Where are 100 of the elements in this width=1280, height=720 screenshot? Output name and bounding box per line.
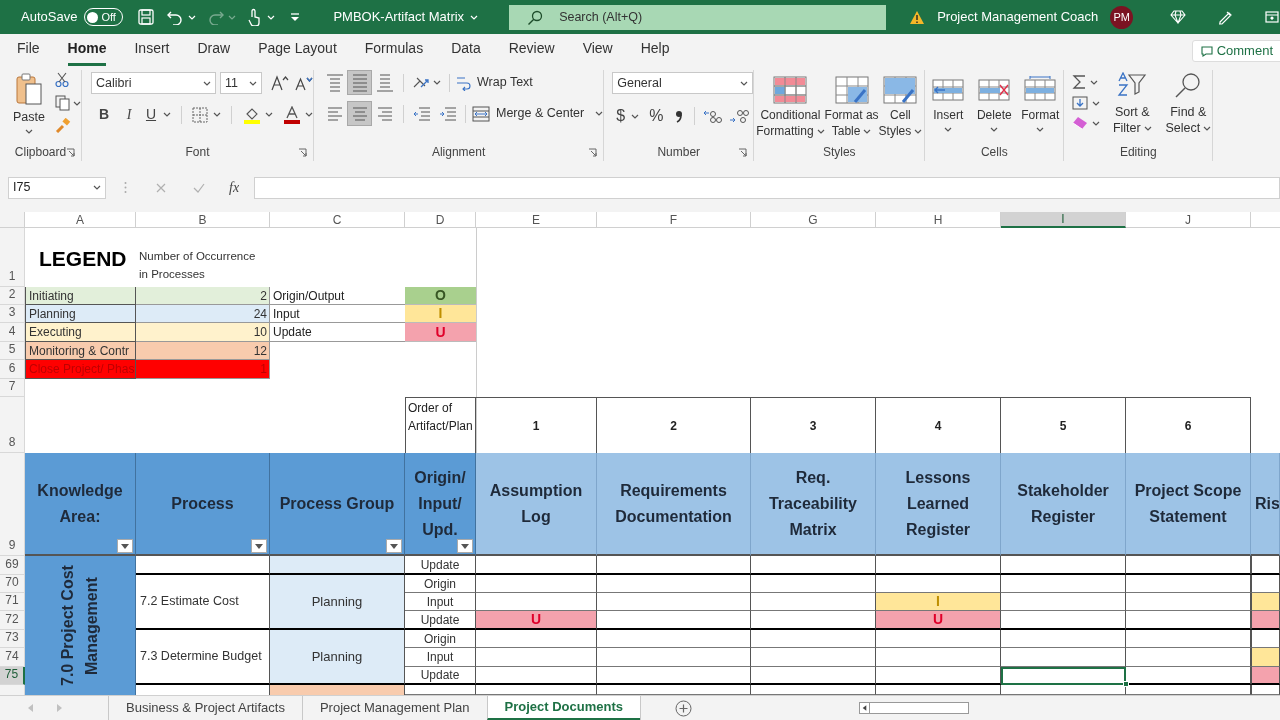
row-header[interactable]: 9	[0, 453, 25, 556]
table-style-button[interactable]: Format as Table	[824, 76, 879, 139]
row-header[interactable]: 4	[0, 323, 25, 342]
caret-icon[interactable]	[1090, 79, 1099, 85]
merge-center-button[interactable]: Merge & Center	[472, 104, 604, 123]
dialog-launcher-icon[interactable]	[66, 148, 75, 157]
caret-icon[interactable]	[265, 112, 273, 117]
sheet-tab[interactable]: Business & Project Artifacts	[108, 696, 302, 720]
caret-icon[interactable]	[914, 128, 923, 134]
row-header[interactable]: 1	[0, 228, 25, 287]
caret-icon[interactable]	[740, 80, 749, 86]
selected-cell[interactable]	[1001, 667, 1126, 685]
customize-toolbar-icon[interactable]	[290, 12, 301, 22]
filter-button[interactable]	[117, 539, 133, 553]
font-name-field[interactable]: Calibri	[91, 72, 216, 94]
ribbon-tab[interactable]: File	[17, 38, 40, 66]
filter-button[interactable]	[386, 539, 402, 553]
ribbon-tab[interactable]: Draw	[197, 38, 231, 66]
caret-icon[interactable]	[863, 128, 872, 134]
comma-style-icon[interactable]	[674, 109, 685, 123]
document-title[interactable]: PMBOK-Artifact Matrix	[333, 7, 479, 27]
ribbon-tab[interactable]: Insert	[134, 38, 170, 66]
row-header[interactable]: 75	[0, 667, 25, 685]
dialog-launcher-icon[interactable]	[298, 148, 307, 157]
font-size-field[interactable]: 11	[220, 72, 262, 94]
number-format-field[interactable]: General	[612, 72, 754, 94]
eraser-icon[interactable]	[1072, 116, 1089, 130]
touch-mode-icon[interactable]	[247, 8, 262, 26]
italic-button[interactable]: I	[121, 104, 137, 125]
column-header[interactable]: C	[270, 212, 405, 228]
row-header[interactable]: 72	[0, 611, 25, 630]
column-header[interactable]: I	[1001, 212, 1126, 228]
column-header[interactable]: E	[476, 212, 597, 228]
grow-font-icon[interactable]	[271, 75, 289, 91]
column-header[interactable]: G	[751, 212, 876, 228]
find-button[interactable]: Find & Select	[1164, 72, 1213, 136]
column-header[interactable]: F	[597, 212, 751, 228]
caret-icon[interactable]	[203, 80, 211, 86]
pen-icon[interactable]	[1217, 9, 1234, 25]
horizontal-scrollbar[interactable]	[859, 702, 970, 714]
row-header[interactable]: 70	[0, 575, 25, 593]
ribbon-tab[interactable]: View	[582, 38, 613, 66]
ribbon-display-icon[interactable]	[1265, 11, 1280, 23]
row-header[interactable]: 2	[0, 287, 25, 305]
insert-cells-button[interactable]: Insert	[925, 76, 972, 132]
row-header[interactable]: 8	[0, 397, 25, 453]
shrink-font-icon[interactable]	[295, 75, 313, 91]
filter-button[interactable]	[457, 539, 473, 553]
ribbon-tab[interactable]: Formulas	[364, 38, 424, 66]
increase-decimal-icon[interactable]	[703, 108, 724, 124]
comments-button[interactable]: Comment	[1191, 40, 1280, 62]
paste-button[interactable]: Paste	[9, 72, 49, 143]
font-color-icon[interactable]	[283, 105, 301, 124]
scroll-left-icon[interactable]	[860, 703, 871, 713]
caret-icon[interactable]	[433, 80, 441, 85]
caret-icon[interactable]	[1143, 125, 1152, 131]
caret-icon[interactable]	[944, 127, 953, 132]
decrease-decimal-icon[interactable]	[729, 108, 750, 124]
row-header[interactable]: 3	[0, 305, 25, 323]
caret-icon[interactable]	[631, 113, 640, 119]
name-box[interactable]: I75	[8, 176, 106, 199]
column-header[interactable]: D	[405, 212, 476, 228]
copy-icon[interactable]	[55, 95, 70, 111]
sort-button[interactable]: Sort & Filter	[1108, 72, 1157, 136]
caret-icon[interactable]	[1036, 127, 1045, 132]
row-header[interactable]: 71	[0, 593, 25, 611]
filter-button[interactable]	[251, 539, 267, 553]
dialog-launcher-icon[interactable]	[588, 148, 598, 157]
ribbon-tab[interactable]: Help	[640, 38, 670, 66]
percent-button[interactable]: %	[649, 104, 664, 128]
column-header[interactable]: J	[1126, 212, 1251, 228]
caret-icon[interactable]	[25, 128, 33, 134]
sum-icon[interactable]	[1072, 74, 1087, 90]
caret-icon[interactable]	[163, 112, 171, 117]
diamond-icon[interactable]	[1170, 10, 1187, 24]
row-header[interactable]: 5	[0, 342, 25, 360]
wrap-text-button[interactable]: Wrap Text	[456, 73, 533, 92]
caret-icon[interactable]	[213, 112, 221, 117]
row-header[interactable]: 69	[0, 556, 25, 575]
currency-button[interactable]: $	[616, 104, 626, 128]
caret-icon[interactable]	[990, 127, 999, 132]
add-sheet-icon[interactable]	[675, 699, 693, 717]
row-header[interactable]: 7	[0, 379, 25, 397]
row-header[interactable]: 73	[0, 630, 25, 648]
caret-icon[interactable]	[1092, 100, 1101, 106]
ribbon-tab[interactable]: Review	[508, 38, 555, 66]
caret-icon[interactable]	[305, 112, 313, 117]
column-header[interactable]: B	[136, 212, 270, 228]
undo-icon[interactable]	[167, 9, 184, 25]
ribbon-tab[interactable]: Page Layout	[258, 38, 337, 66]
underline-button[interactable]: U	[143, 104, 159, 125]
ribbon-tab[interactable]: Data	[451, 38, 481, 66]
caret-icon[interactable]	[816, 128, 825, 134]
caret-icon[interactable]	[1092, 120, 1101, 126]
row-header[interactable]: 6	[0, 360, 25, 379]
conditional-style-button[interactable]: Conditional Formatting	[756, 76, 825, 139]
fill-down-icon[interactable]	[1072, 96, 1089, 110]
borders-icon[interactable]	[192, 106, 208, 123]
column-header[interactable]: H	[876, 212, 1001, 228]
insert-function-button[interactable]: fx	[229, 177, 240, 198]
